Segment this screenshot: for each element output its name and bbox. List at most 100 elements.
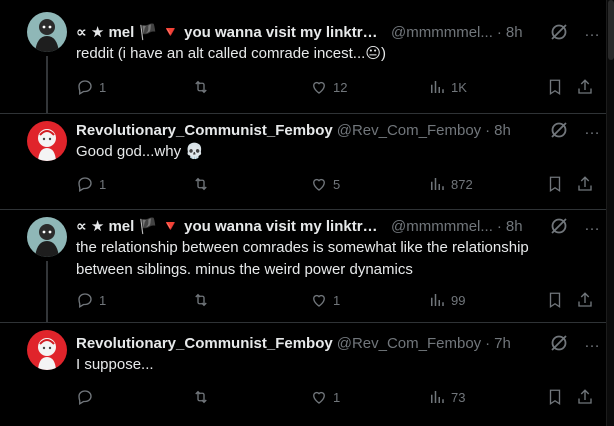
like-count: 1	[333, 389, 341, 405]
grok-icon[interactable]	[549, 22, 569, 42]
scrollbar-thumb[interactable]	[608, 0, 614, 60]
like-count: 5	[333, 176, 341, 192]
views-button[interactable]: 1K	[428, 77, 467, 97]
avatar[interactable]	[27, 12, 67, 52]
reply-icon	[78, 177, 92, 192]
bookmark-icon	[549, 79, 561, 96]
like-icon	[313, 391, 325, 404]
handle[interactable]: @Rev_Com_Femboy	[337, 122, 481, 139]
reply-button[interactable]: 1	[76, 77, 106, 97]
bookmark-button[interactable]	[546, 174, 564, 194]
bookmark-icon	[549, 176, 561, 193]
like-button[interactable]: 5	[310, 174, 340, 194]
views-count: 73	[451, 389, 466, 405]
avatar[interactable]	[27, 121, 67, 161]
like-button[interactable]: 1	[310, 387, 340, 407]
views-icon	[431, 81, 444, 93]
timestamp[interactable]: 8h	[506, 24, 523, 41]
bookmark-icon	[549, 389, 561, 406]
share-icon	[578, 79, 592, 94]
avatar[interactable]	[27, 217, 67, 257]
tweet[interactable]: ∝ ★ mel 🏴 🔻 you wanna visit my linktre..…	[0, 209, 606, 322]
reply-count: 1	[99, 292, 107, 308]
tweet-header: ∝ ★ mel 🏴 🔻 you wanna visit my linktre..…	[76, 216, 546, 236]
tweet[interactable]: ∝ ★ mel 🏴 🔻 you wanna visit my linktre..…	[0, 0, 606, 113]
thread-line	[46, 261, 48, 322]
timestamp[interactable]: 8h	[506, 218, 523, 235]
handle[interactable]: @mmmmmel...	[391, 24, 493, 41]
display-name[interactable]: ∝ ★ mel 🏴 🔻 you wanna visit my linktre..…	[76, 23, 381, 41]
thread-line	[46, 56, 48, 113]
grok-icon[interactable]	[549, 120, 569, 140]
tweet[interactable]: Revolutionary_Communist_Femboy @Rev_Com_…	[0, 113, 606, 209]
like-icon	[313, 81, 325, 94]
reply-icon	[78, 293, 92, 308]
tweet-thread-feed: ∝ ★ mel 🏴 🔻 you wanna visit my linktre..…	[0, 0, 614, 426]
tweet-text: reddit (i have an alt called comrade inc…	[76, 45, 386, 62]
display-name[interactable]: Revolutionary_Communist_Femboy	[76, 335, 333, 352]
display-name[interactable]: ∝ ★ mel 🏴 🔻 you wanna visit my linktre..…	[76, 217, 381, 235]
scrollbar[interactable]	[606, 0, 614, 426]
separator: ·	[485, 121, 491, 139]
more-icon[interactable]: …	[584, 22, 604, 42]
retweet-button[interactable]	[192, 290, 215, 310]
tweet-text: Good god...why 💀	[76, 143, 204, 160]
like-count: 1	[333, 292, 341, 308]
more-icon[interactable]: …	[584, 120, 604, 140]
avatar[interactable]	[27, 330, 67, 370]
share-icon	[578, 389, 592, 404]
views-count: 1K	[451, 79, 467, 95]
retweet-icon	[195, 390, 207, 404]
grok-icon[interactable]	[549, 216, 569, 236]
retweet-button[interactable]	[192, 77, 215, 97]
views-icon	[431, 294, 444, 306]
like-icon	[313, 178, 325, 191]
bookmark-button[interactable]	[546, 290, 564, 310]
handle[interactable]: @Rev_Com_Femboy	[337, 335, 481, 352]
tweet[interactable]: Revolutionary_Communist_Femboy @Rev_Com_…	[0, 322, 606, 426]
share-icon	[578, 292, 592, 307]
retweet-button[interactable]	[192, 174, 215, 194]
views-button[interactable]: 73	[428, 387, 465, 407]
separator: ·	[485, 334, 491, 352]
reply-button[interactable]: 1	[76, 174, 106, 194]
reply-button[interactable]	[76, 387, 99, 407]
reply-button[interactable]: 1	[76, 290, 106, 310]
views-icon	[431, 391, 444, 403]
tweet-header: Revolutionary_Communist_Femboy @Rev_Com_…	[76, 120, 546, 140]
share-button[interactable]	[576, 77, 594, 97]
reply-count: 1	[99, 176, 107, 192]
timestamp[interactable]: 7h	[494, 335, 511, 352]
bookmark-button[interactable]	[546, 77, 564, 97]
tweet-text: I suppose...	[76, 356, 154, 373]
retweet-icon	[195, 80, 207, 94]
like-button[interactable]: 12	[310, 77, 347, 97]
views-count: 99	[451, 292, 466, 308]
like-button[interactable]: 1	[310, 290, 340, 310]
tweet-actions: 1 12 1K	[76, 77, 596, 97]
tweet-actions: 1 5 872	[76, 174, 596, 194]
tweet-text: the relationship between comrades is som…	[76, 239, 529, 278]
bookmark-button[interactable]	[546, 387, 564, 407]
tweet-header: Revolutionary_Communist_Femboy @Rev_Com_…	[76, 333, 546, 353]
more-icon[interactable]: …	[584, 216, 604, 236]
handle[interactable]: @mmmmmel...	[391, 218, 493, 235]
bookmark-icon	[549, 292, 561, 309]
separator: ·	[496, 23, 502, 41]
more-icon[interactable]: …	[584, 333, 604, 353]
tweet-header: ∝ ★ mel 🏴 🔻 you wanna visit my linktre..…	[76, 22, 546, 42]
views-button[interactable]: 99	[428, 290, 465, 310]
reply-icon	[78, 80, 92, 95]
retweet-button[interactable]	[192, 387, 215, 407]
display-name[interactable]: Revolutionary_Communist_Femboy	[76, 122, 333, 139]
tweet-actions: 1 1 99	[76, 290, 596, 310]
share-button[interactable]	[576, 290, 594, 310]
timestamp[interactable]: 8h	[494, 122, 511, 139]
views-button[interactable]: 872	[428, 174, 473, 194]
separator: ·	[496, 217, 502, 235]
share-button[interactable]	[576, 387, 594, 407]
share-icon	[578, 176, 592, 191]
share-button[interactable]	[576, 174, 594, 194]
views-count: 872	[451, 176, 473, 192]
grok-icon[interactable]	[549, 333, 569, 353]
